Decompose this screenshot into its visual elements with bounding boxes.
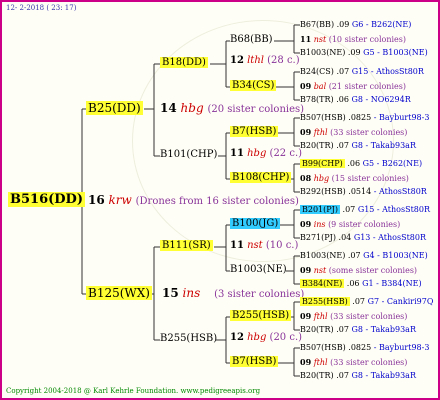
queen-b100-drones: 09 ins (9 sister colonies) bbox=[300, 219, 401, 229]
queen-b100[interactable]: B100(JG) bbox=[230, 218, 281, 229]
queen-b1003[interactable]: B1003(NE) bbox=[230, 264, 287, 275]
queen-b108[interactable]: B108(CHP) bbox=[230, 172, 292, 183]
gen5-row[interactable]: B20(TR) .07 G8 - Takab93aR bbox=[300, 325, 416, 334]
queen-b18[interactable]: B18(DD) bbox=[160, 57, 208, 68]
gen5-row[interactable]: B507(HSB) .0825 - Bayburt98-3 bbox=[300, 343, 429, 352]
queen-b111[interactable]: B111(SR) bbox=[160, 240, 213, 251]
gen5-row[interactable]: B201(PJ) .07 G15 - AthosSt80R bbox=[300, 205, 430, 214]
date-stamp: 12- 2-2018 ( 23: 17) bbox=[6, 4, 77, 12]
queen-b7-b[interactable]: B7(HSB) bbox=[230, 356, 279, 367]
root-code: krw bbox=[108, 193, 132, 207]
queen-b7-a-drones: 09 fthl (33 sister colonies) bbox=[300, 127, 408, 137]
queen-b25-drones: 14 hbg (20 sister colonies) bbox=[160, 101, 305, 115]
gen5-row[interactable]: B271(PJ) .04 G13 - AthosSt80R bbox=[300, 233, 426, 242]
queen-b111-drones: 11 nst (10 c.) bbox=[230, 240, 299, 251]
root-note: (Drones from 16 sister colonies) bbox=[135, 196, 299, 207]
queen-b68-drones: 11 nst (10 sister colonies) bbox=[300, 34, 406, 44]
queen-b108-drones: 08 hbg (15 sister colonies) bbox=[300, 173, 409, 183]
gen5-row[interactable]: B292(HSB) .0514 - AthosSt80R bbox=[300, 187, 427, 196]
gen5-row[interactable]: B78(TR) .06 G8 - NO6294R bbox=[300, 95, 411, 104]
queen-b125[interactable]: B125(WX) bbox=[86, 286, 152, 300]
gen5-row[interactable]: B67(BB) .09 G6 - B262(NE) bbox=[300, 20, 411, 29]
gen5-row[interactable]: B24(CS) .07 G15 - AthosSt80R bbox=[300, 67, 424, 76]
queen-b101-drones: 11 hbg (22 c.) bbox=[230, 148, 303, 159]
gen5-row[interactable]: B384(NE) .06 G1 - B384(NE) bbox=[300, 279, 422, 288]
queen-b7-a[interactable]: B7(HSB) bbox=[230, 126, 279, 137]
gen5-row[interactable]: B20(TR) .07 G8 - Takab93aR bbox=[300, 371, 416, 380]
pedigree-frame: 12- 2-2018 ( 23: 17) B516(DD) 16 krw (Dr… bbox=[0, 0, 440, 400]
queen-b125-drones: 15 ins (3 sister colonies) bbox=[162, 286, 305, 300]
root-num: 16 bbox=[88, 193, 105, 207]
queen-b255-b[interactable]: B255(HSB) bbox=[230, 310, 292, 321]
queen-b34-drones: 09 bal (21 sister colonies) bbox=[300, 81, 406, 91]
copyright-footer: Copyright 2004-2018 @ Karl Kehrle Founda… bbox=[6, 387, 261, 395]
queen-b1003-drones: 09 nst (some sister colonies) bbox=[300, 265, 418, 275]
queen-b255-b-drones: 09 fthl (33 sister colonies) bbox=[300, 311, 408, 321]
queen-b7-b-drones: 09 fthl (33 sister colonies) bbox=[300, 357, 408, 367]
queen-b25-name: B25(DD) bbox=[86, 101, 143, 115]
gen5-row[interactable]: B20(TR) .07 G8 - Takab93aR bbox=[300, 141, 416, 150]
queen-b34[interactable]: B34(CS) bbox=[230, 80, 277, 91]
queen-b18-drones: 12 lthl (28 c.) bbox=[230, 55, 300, 66]
queen-b25[interactable]: B25(DD) bbox=[86, 101, 143, 115]
gen5-row[interactable]: B1003(NE) .09 G5 - B1003(NE) bbox=[300, 48, 428, 57]
queen-b101[interactable]: B101(CHP) bbox=[160, 149, 217, 160]
queen-b125-name: B125(WX) bbox=[86, 286, 152, 300]
root-drone-info: 16 krw (Drones from 16 sister colonies) bbox=[88, 193, 299, 207]
queen-b68[interactable]: B68(BB) bbox=[230, 34, 273, 45]
gen5-row[interactable]: B507(HSB) .0825 - Bayburt98-3 bbox=[300, 113, 429, 122]
queen-b255-drones: 12 hbg (20 c.) bbox=[230, 332, 303, 343]
gen5-row[interactable]: B1003(NE) .07 G4 - B1003(NE) bbox=[300, 251, 428, 260]
gen5-row[interactable]: B99(CHP) .06 G5 - B262(NE) bbox=[300, 159, 422, 168]
root-queen[interactable]: B516(DD) bbox=[8, 192, 85, 207]
gen5-row[interactable]: B255(HSB) .07 G7 - Cankiri97Q bbox=[300, 297, 433, 306]
root-name: B516(DD) bbox=[8, 192, 85, 207]
queen-b255[interactable]: B255(HSB) bbox=[160, 333, 217, 344]
